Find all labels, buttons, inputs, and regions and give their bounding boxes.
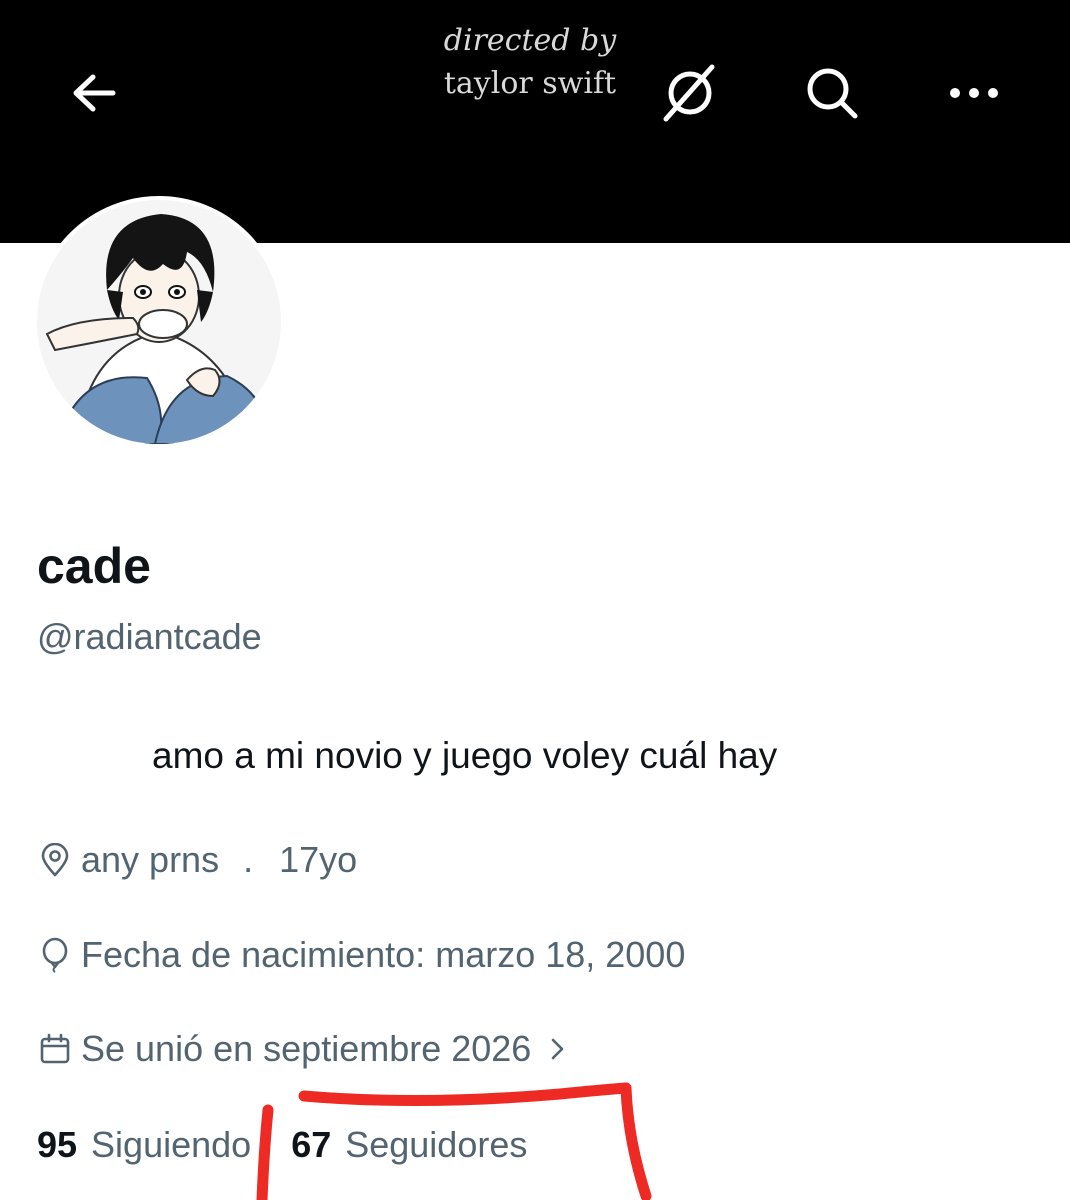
search-icon: [802, 63, 862, 123]
location-pin-icon: [37, 842, 73, 878]
age-text: 17yo: [279, 839, 358, 880]
display-name: cade: [37, 538, 151, 594]
location-row: any prns . 17yo: [37, 835, 357, 885]
follow-stats: 95 Siguiendo 67 Seguidores: [37, 1119, 527, 1171]
banner-caption-line2: taylor swift: [443, 66, 617, 101]
birthdate-row: Fecha de nacimiento: marzo 18, 2000: [37, 930, 685, 980]
following-count: 95: [37, 1124, 78, 1165]
grok-button[interactable]: [655, 58, 725, 128]
more-options-icon: [948, 86, 1000, 100]
following-link[interactable]: 95 Siguiendo: [37, 1124, 251, 1166]
followers-count: 67: [291, 1124, 332, 1165]
followers-link[interactable]: 67 Seguidores: [291, 1124, 527, 1166]
user-handle: @radiantcade: [37, 616, 262, 657]
profile-avatar[interactable]: [33, 196, 285, 448]
joined-row[interactable]: Se unió en septiembre 2026: [37, 1024, 567, 1074]
following-label: Siguiendo: [91, 1124, 252, 1165]
grok-icon: [658, 61, 722, 125]
joined-text: Se unió en septiembre 2026: [81, 1028, 532, 1069]
banner-caption-line1: directed by: [443, 23, 617, 58]
chevron-right-icon: [549, 1036, 567, 1062]
location-text: any prns: [81, 839, 220, 880]
birthdate-text: Fecha de nacimiento: marzo 18, 2000: [81, 934, 686, 975]
location-separator: .: [243, 839, 254, 880]
more-options-button[interactable]: [939, 58, 1009, 128]
calendar-icon: [37, 1031, 73, 1067]
banner-caption: directed by taylor swift: [420, 20, 640, 106]
back-arrow-icon: [71, 73, 117, 113]
followers-label: Seguidores: [345, 1124, 528, 1165]
search-button[interactable]: [797, 58, 867, 128]
balloon-icon: [37, 937, 73, 973]
profile-bio: amo a mi novio y juego voley cuál hay: [152, 735, 778, 776]
back-button[interactable]: [59, 58, 129, 128]
